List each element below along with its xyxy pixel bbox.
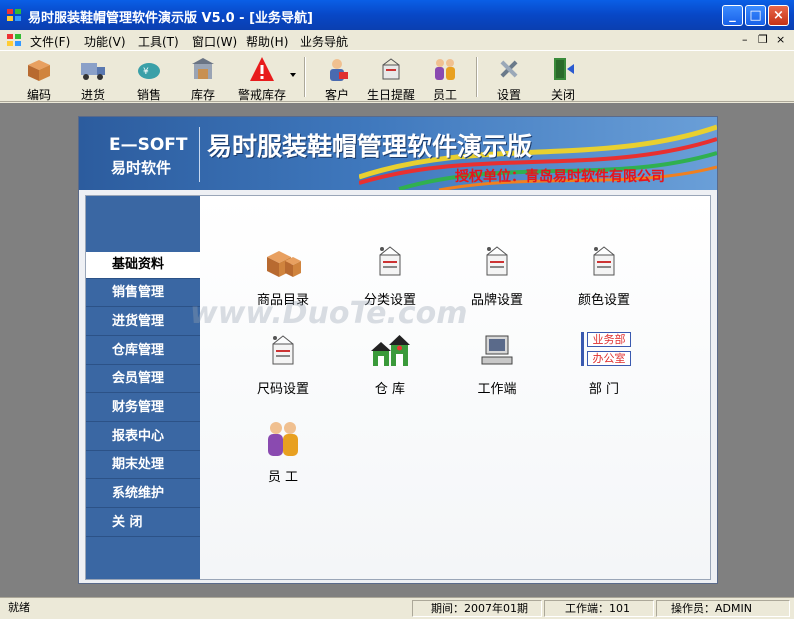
close-button[interactable]: × (768, 5, 789, 26)
item-color-settings[interactable]: 颜色设置 (559, 241, 649, 311)
form-icon (272, 335, 294, 365)
chevron-down-icon[interactable] (290, 73, 296, 77)
tools-icon (500, 60, 518, 78)
sidebar-item-reports[interactable]: 报表中心 (86, 424, 200, 451)
sales-icon: ¥ (138, 63, 160, 79)
toolbar-purchase-button[interactable]: 进货 (68, 53, 118, 102)
customer-icon (330, 59, 348, 81)
business-nav-panel: E—SOFT 易时软件 易时服装鞋帽管理软件演示版 授权单位：青岛易时软件有限公… (78, 116, 718, 584)
menu-file[interactable]: 文件(F) (30, 33, 70, 50)
toolbar-alert-stock-button[interactable]: 警戒库存 (234, 53, 290, 102)
toolbar-close-button[interactable]: 关闭 (538, 53, 588, 102)
form-icon (486, 246, 508, 276)
mdi-child-icon (7, 34, 21, 46)
menu-function[interactable]: 功能(V) (84, 33, 126, 50)
menu-help[interactable]: 帮助(H) (246, 33, 288, 50)
dept-tag-business: 业务部 (587, 332, 631, 347)
toolbar-customer-button[interactable]: 客户 (312, 53, 362, 102)
sidebar-item-member[interactable]: 会员管理 (86, 366, 200, 393)
minimize-button[interactable]: _ (722, 5, 743, 26)
toolbar-birthday-button[interactable]: 生日提醒 (364, 53, 418, 102)
maximize-button[interactable]: □ (745, 5, 766, 26)
menu-tools[interactable]: 工具(T) (138, 33, 179, 50)
form-icon (379, 246, 401, 276)
toolbar-separator (476, 57, 478, 97)
sidebar-item-period-end[interactable]: 期末处理 (86, 452, 200, 479)
sidebar-item-maintenance[interactable]: 系统维护 (86, 481, 200, 508)
status-period: 期间：2007年01期 (412, 600, 542, 617)
toolbar: 编码 进货 ¥ 销售 库存 警戒库存 客户 生日提醒 员工 设置 关闭 (0, 50, 794, 102)
mdi-minimize-button[interactable]: – (742, 33, 748, 46)
staff-icon (435, 59, 455, 80)
product-title: 易时服装鞋帽管理软件演示版 (207, 132, 533, 161)
toolbar-separator (304, 57, 306, 97)
computer-icon (481, 335, 513, 365)
sidebar-item-basic-data[interactable]: 基础资料 (86, 252, 200, 279)
title-bar: 易时服装鞋帽管理软件演示版 V5.0 - [业务导航] _ □ × (0, 0, 794, 30)
sidebar-item-close[interactable]: 关 闭 (86, 510, 200, 537)
warehouse-icon (192, 58, 214, 79)
toolbar-settings-button[interactable]: 设置 (484, 53, 534, 102)
status-bar: 就绪 期间：2007年01期 工作端：101 操作员：ADMIN (0, 597, 794, 619)
watermark: www.DuoTe.com (190, 296, 468, 331)
exit-door-icon (554, 58, 574, 80)
nav-content: 基础资料 销售管理 进货管理 仓库管理 会员管理 财务管理 报表中心 期末处理 … (85, 195, 711, 580)
menu-window[interactable]: 窗口(W) (192, 33, 237, 50)
warning-icon (250, 57, 274, 81)
warehouse-icon (371, 335, 410, 366)
product-banner: E—SOFT 易时软件 易时服装鞋帽管理软件演示版 授权单位：青岛易时软件有限公… (79, 117, 717, 190)
authorized-unit: 授权单位：青岛易时软件有限公司 (455, 169, 665, 185)
toolbar-inventory-button[interactable]: 库存 (178, 53, 228, 102)
birthday-icon (382, 58, 400, 80)
sidebar-item-finance[interactable]: 财务管理 (86, 395, 200, 422)
sidebar: 基础资料 销售管理 进货管理 仓库管理 会员管理 财务管理 报表中心 期末处理 … (86, 196, 200, 579)
item-size-settings[interactable]: 尺码设置 (238, 330, 328, 400)
window-title: 易时服装鞋帽管理软件演示版 V5.0 - [业务导航] (28, 11, 313, 26)
truck-icon (81, 63, 105, 80)
status-state: 就绪 (8, 601, 30, 614)
toolbar-sales-button[interactable]: ¥ 销售 (124, 53, 174, 102)
staff-icon (268, 422, 298, 456)
dept-tag-office: 办公室 (587, 351, 631, 366)
dept-icon: 业务部 办公室 (579, 330, 631, 370)
menu-bar: 文件(F) 功能(V) 工具(T) 窗口(W) 帮助(H) 业务导航 – ❐ × (0, 30, 794, 50)
svg-text:¥: ¥ (143, 67, 149, 77)
item-warehouse[interactable]: 仓 库 (345, 330, 435, 400)
mdi-close-button[interactable]: × (776, 33, 785, 46)
toolbar-code-button[interactable]: 编码 (14, 53, 64, 102)
menu-business-nav[interactable]: 业务导航 (300, 33, 348, 50)
sidebar-item-sales[interactable]: 销售管理 (86, 280, 200, 307)
sidebar-item-purchase[interactable]: 进货管理 (86, 309, 200, 336)
status-terminal: 工作端：101 (544, 600, 654, 617)
form-icon (593, 246, 615, 276)
toolbar-staff-button[interactable]: 员工 (420, 53, 470, 102)
boxes-icon (267, 251, 301, 277)
brand-cn: 易时软件 (111, 159, 172, 177)
item-staff[interactable]: 员 工 (238, 418, 328, 488)
item-department[interactable]: 业务部 办公室 部 门 (559, 330, 649, 400)
item-workstation[interactable]: 工作端 (452, 330, 542, 400)
brand-en: E—SOFT (109, 135, 188, 155)
box-icon (28, 60, 50, 81)
status-operator: 操作员：ADMIN (656, 600, 790, 617)
sidebar-item-warehouse[interactable]: 仓库管理 (86, 338, 200, 365)
app-icon (7, 9, 21, 21)
function-grid: 商品目录 分类设置 品牌设置 颜色设置 尺码设置 仓 库 工作端 业务部 办公室… (190, 196, 710, 579)
mdi-restore-button[interactable]: ❐ (758, 33, 768, 46)
banner-divider (199, 127, 200, 182)
